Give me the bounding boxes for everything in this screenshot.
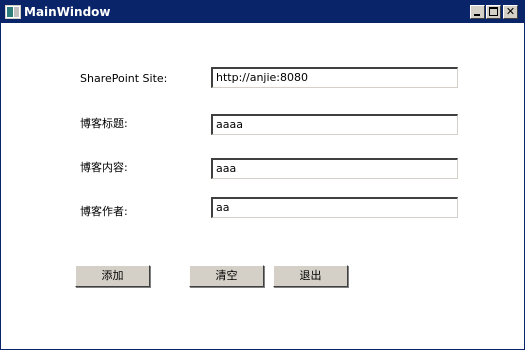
add-button[interactable]: 添加 — [75, 265, 150, 287]
maximize-icon — [489, 7, 498, 16]
window-title: MainWindow — [24, 5, 111, 19]
app-icon — [5, 5, 21, 19]
minimize-button[interactable] — [470, 5, 485, 19]
blog-author-input[interactable]: aa — [211, 197, 458, 218]
blog-title-label: 博客标题: — [80, 117, 128, 130]
blog-author-label: 博客作者: — [80, 205, 128, 218]
close-icon: ✕ — [505, 5, 516, 18]
exit-button[interactable]: 退出 — [273, 265, 348, 287]
title-bar[interactable]: MainWindow ✕ — [1, 1, 524, 23]
site-label: SharePoint Site: — [80, 72, 168, 85]
clear-button[interactable]: 清空 — [189, 265, 264, 287]
site-input[interactable]: http://anjie:8080 — [211, 67, 458, 88]
blog-title-input[interactable]: aaaa — [211, 114, 458, 135]
blog-content-input[interactable]: aaa — [211, 158, 458, 179]
maximize-button[interactable] — [486, 5, 501, 19]
close-button[interactable]: ✕ — [503, 5, 518, 19]
blog-content-label: 博客内容: — [80, 161, 128, 174]
minimize-icon — [474, 14, 480, 16]
main-window: MainWindow ✕ SharePoint Site: http://anj… — [0, 0, 525, 350]
